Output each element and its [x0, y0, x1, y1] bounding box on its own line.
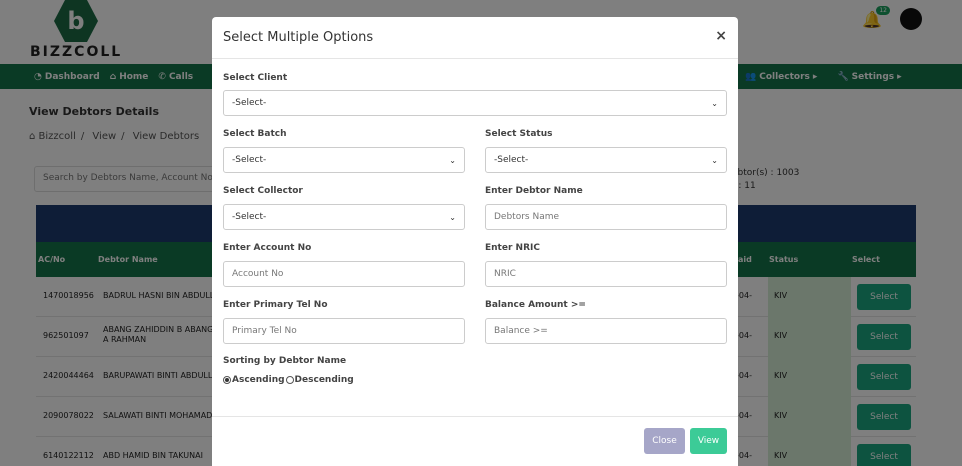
- tel-label: Enter Primary Tel No: [223, 300, 328, 310]
- chevron-down-icon: ⌄: [449, 155, 456, 165]
- batch-select[interactable]: -Select- ⌄: [223, 147, 465, 173]
- account-no-input[interactable]: Account No: [223, 261, 465, 287]
- debtor-name-label: Enter Debtor Name: [485, 186, 583, 196]
- batch-select-value: -Select-: [232, 155, 267, 165]
- chevron-down-icon: ⌄: [449, 212, 456, 222]
- status-label: Select Status: [485, 129, 553, 139]
- debtor-name-input[interactable]: Debtors Name: [485, 204, 727, 230]
- account-no-label: Enter Account No: [223, 243, 312, 253]
- sorting-label: Sorting by Debtor Name: [223, 356, 347, 366]
- sorting-radio-group: Ascending Descending: [223, 375, 354, 385]
- descending-radio[interactable]: [285, 376, 294, 384]
- modal-footer: Close View: [212, 416, 738, 466]
- close-button[interactable]: Close: [644, 428, 685, 454]
- batch-label: Select Batch: [223, 129, 287, 139]
- chevron-down-icon: ⌄: [711, 155, 718, 165]
- client-select[interactable]: -Select- ⌄: [223, 90, 727, 116]
- collector-select[interactable]: -Select- ⌄: [223, 204, 465, 230]
- ascending-label[interactable]: Ascending: [232, 375, 285, 385]
- modal-header: Select Multiple Options ×: [212, 17, 738, 59]
- collector-select-value: -Select-: [232, 212, 267, 222]
- nric-input[interactable]: NRIC: [485, 261, 727, 287]
- view-button[interactable]: View: [690, 428, 727, 454]
- nric-label: Enter NRIC: [485, 243, 540, 253]
- tel-input[interactable]: Primary Tel No: [223, 318, 465, 344]
- client-label: Select Client: [223, 73, 288, 83]
- select-options-modal: Select Multiple Options × Select Client …: [212, 17, 738, 466]
- balance-input[interactable]: Balance >=: [485, 318, 727, 344]
- modal-title: Select Multiple Options: [223, 30, 374, 45]
- collector-label: Select Collector: [223, 186, 303, 196]
- status-select[interactable]: -Select- ⌄: [485, 147, 727, 173]
- descending-label[interactable]: Descending: [295, 375, 354, 385]
- close-icon[interactable]: ×: [715, 28, 727, 44]
- ascending-radio[interactable]: [223, 376, 231, 384]
- status-select-value: -Select-: [494, 155, 529, 165]
- balance-label: Balance Amount >=: [485, 300, 586, 310]
- client-select-value: -Select-: [232, 98, 267, 108]
- chevron-down-icon: ⌄: [711, 98, 718, 108]
